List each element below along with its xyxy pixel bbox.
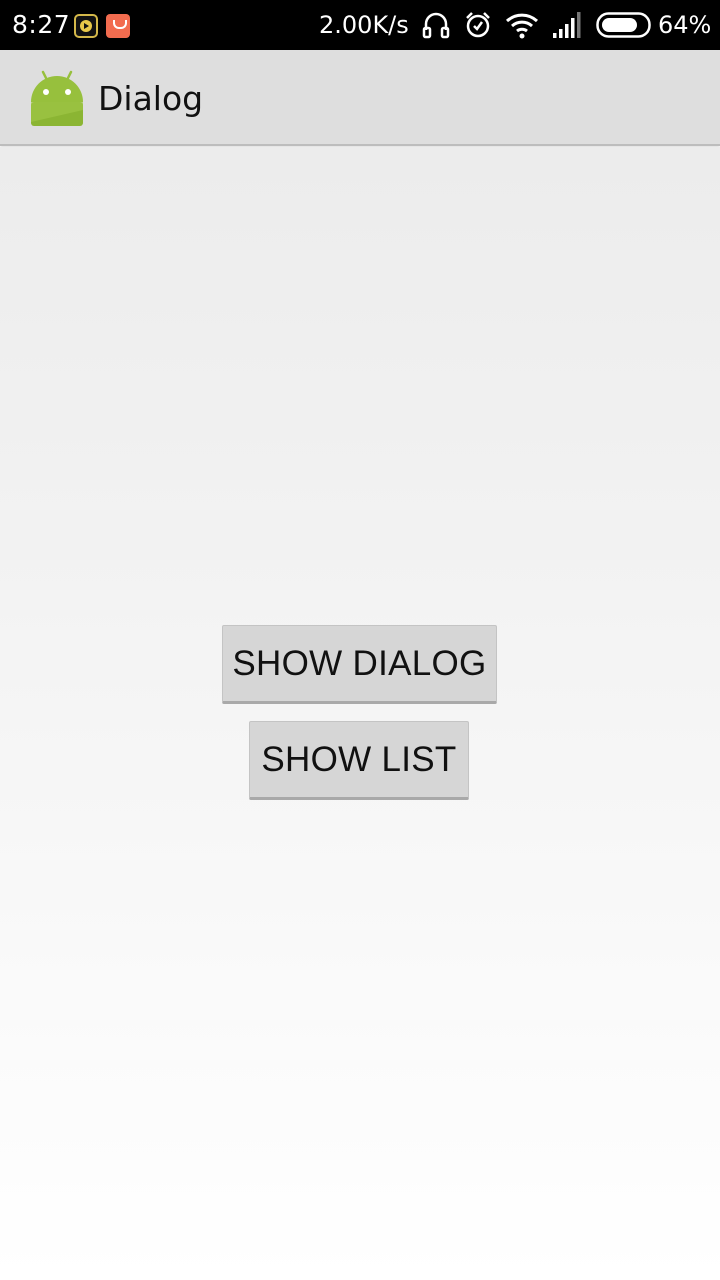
headphones-icon <box>422 12 450 39</box>
signal-icon <box>553 12 581 38</box>
page-title: Dialog <box>98 79 204 118</box>
main-content: SHOW DIALOG SHOW LIST <box>0 147 720 1280</box>
network-speed: 2.00K/s <box>319 11 409 39</box>
action-bar: Dialog <box>0 50 720 146</box>
show-dialog-button[interactable]: SHOW DIALOG <box>222 625 497 704</box>
battery-icon <box>596 12 651 38</box>
android-robot-icon <box>31 70 83 126</box>
battery-percent: 64% <box>658 11 712 39</box>
video-player-app-icon <box>74 14 98 38</box>
status-time: 8:27 <box>12 10 71 39</box>
app-notification-icon <box>106 14 130 38</box>
status-bar: 8:27 2.00K/s 64% <box>0 0 720 50</box>
wifi-icon <box>505 13 539 39</box>
show-list-button[interactable]: SHOW LIST <box>249 721 469 800</box>
alarm-icon <box>466 12 490 38</box>
